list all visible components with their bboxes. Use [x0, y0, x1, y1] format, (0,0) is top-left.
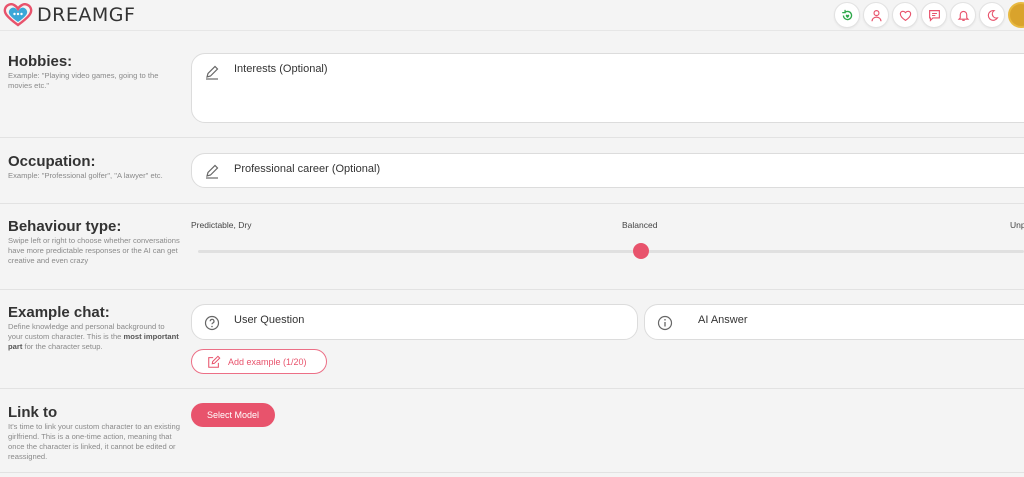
- edit-square-icon: [208, 355, 221, 368]
- moon-icon: [987, 9, 999, 21]
- behaviour-description: Swipe left or right to choose whether co…: [8, 236, 180, 265]
- user-icon: [870, 9, 882, 21]
- slider-left-label: Predictable, Dry: [191, 220, 252, 230]
- profile-button[interactable]: [863, 2, 889, 28]
- behaviour-section: Behaviour type: Swipe left or right to c…: [0, 204, 1024, 290]
- pencil-icon: [206, 65, 219, 80]
- question-circle-icon: [204, 315, 220, 331]
- link-to-description: It's time to link your custom character …: [8, 422, 180, 461]
- top-header: DREAMGF: [0, 0, 1024, 31]
- occupation-input[interactable]: Professional career (Optional): [191, 153, 1024, 188]
- heart-icon: [899, 10, 911, 21]
- hobbies-input[interactable]: Interests (Optional): [191, 53, 1024, 123]
- add-example-label: Add example (1/20): [228, 356, 307, 367]
- link-to-title: Link to: [8, 404, 58, 421]
- example-chat-title: Example chat:: [8, 304, 110, 321]
- add-example-button[interactable]: Add example (1/20): [191, 349, 327, 374]
- avatar[interactable]: [1008, 2, 1024, 28]
- select-model-button[interactable]: Select Model: [191, 403, 275, 427]
- messages-button[interactable]: [921, 2, 947, 28]
- chat-icon: [928, 9, 940, 22]
- hobbies-placeholder: Interests (Optional): [234, 63, 328, 75]
- logo-text: DREAMGF: [37, 4, 136, 26]
- info-circle-icon: [657, 315, 673, 331]
- behaviour-title: Behaviour type:: [8, 218, 122, 235]
- link-to-section: Link to It's time to link your custom ch…: [0, 389, 1024, 473]
- example-chat-description: Define knowledge and personal background…: [8, 322, 179, 351]
- occupation-placeholder: Professional career (Optional): [234, 163, 381, 175]
- slider-middle-label: Balanced: [622, 220, 658, 230]
- favorites-button[interactable]: [892, 2, 918, 28]
- behaviour-slider-track[interactable]: [198, 250, 1024, 253]
- hobbies-title: Hobbies:: [8, 53, 73, 70]
- slider-right-label: Unp: [1010, 220, 1024, 230]
- notifications-button[interactable]: [950, 2, 976, 28]
- logo[interactable]: DREAMGF: [3, 3, 135, 27]
- theme-toggle-button[interactable]: [979, 2, 1005, 28]
- user-question-placeholder: User Question: [234, 314, 305, 326]
- bell-icon: [957, 10, 969, 21]
- user-question-input[interactable]: User Question: [191, 304, 638, 340]
- pencil-icon: [206, 164, 219, 179]
- logo-heart-icon: [3, 3, 33, 27]
- behaviour-slider-thumb[interactable]: [633, 243, 649, 259]
- occupation-description: Example: "Professional golfer", "A lawye…: [8, 171, 163, 180]
- hobbies-description: Example: "Playing video games, going to …: [8, 71, 159, 90]
- refresh-heart-button[interactable]: [834, 2, 860, 28]
- ai-answer-input[interactable]: AI Answer: [644, 304, 1024, 340]
- ai-answer-placeholder: AI Answer: [698, 314, 748, 326]
- refresh-heart-icon: [841, 9, 852, 20]
- occupation-title: Occupation:: [8, 153, 96, 170]
